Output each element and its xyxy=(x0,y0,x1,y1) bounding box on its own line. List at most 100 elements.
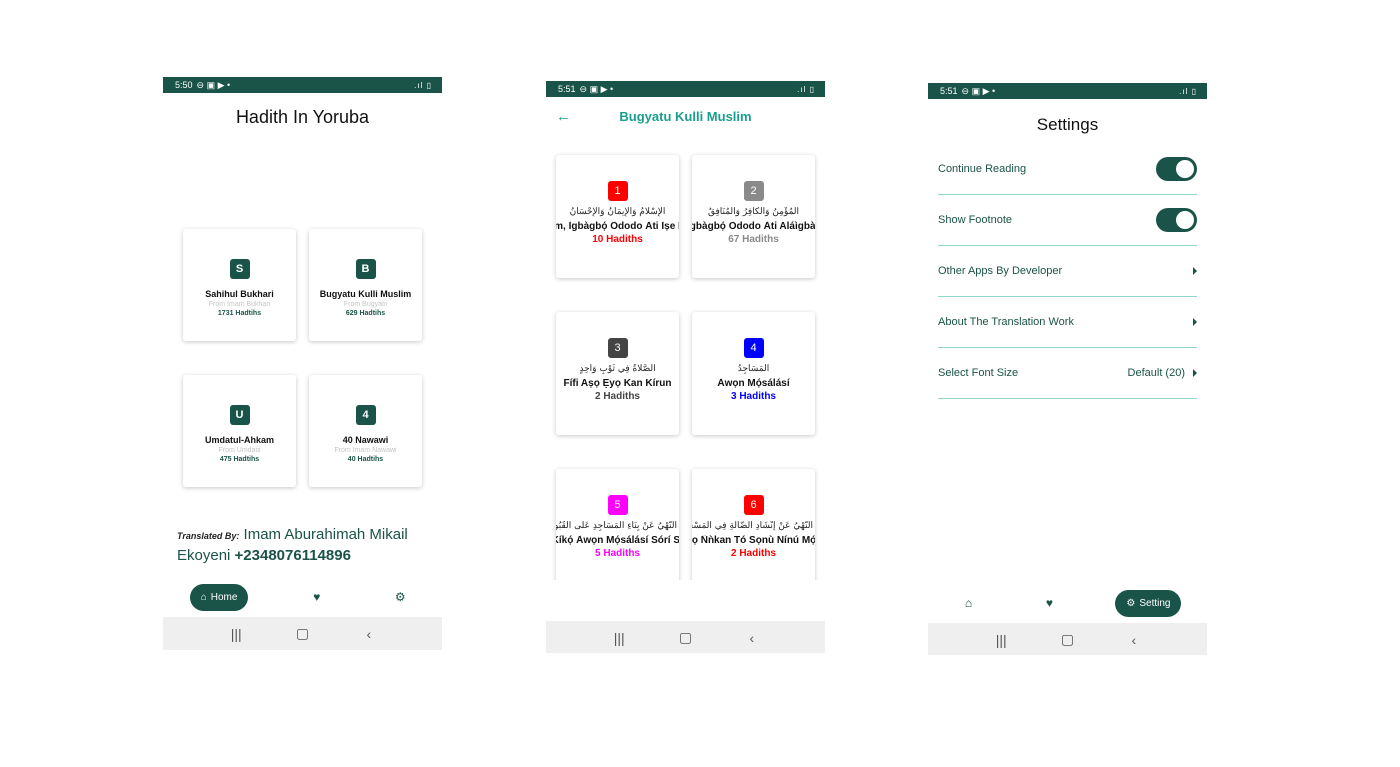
chapter-card[interactable]: 3 الصَّلَاةُ فِي ثَوْبٍ وَاحِدٍ Fífi Aṣọ… xyxy=(556,312,679,435)
setting-label: About The Translation Work xyxy=(938,316,1074,328)
chapter-count: 67 Hadiths xyxy=(728,234,779,245)
book-name: Bugyatu Kulli Muslim xyxy=(319,289,412,299)
chapter-title: Àwọn Mọ́sálásí xyxy=(717,378,790,389)
setting-about-translation[interactable]: About The Translation Work xyxy=(938,297,1197,348)
book-source: From Imam Nawawi xyxy=(334,447,397,454)
chevron-right-icon xyxy=(1193,267,1197,275)
system-nav-bar: ||| ▢ ‹ xyxy=(163,617,442,650)
book-source: From Imam Bukhari xyxy=(208,301,271,308)
phone-screen-chapters: 5:51 ⊖ ▣ ▶ • .ıl ▯ ← Bugyatu Kulli Muslim… xyxy=(546,81,825,653)
chapter-card[interactable]: 4 الْمَسَاجِدُ Àwọn Mọ́sálásí 3 Hadiths xyxy=(692,312,815,435)
chapter-count: 2 Hadiths xyxy=(730,548,776,559)
chapter-arabic: الصَّلَاةُ فِي ثَوْبٍ وَاحِدٍ xyxy=(579,364,656,374)
signal-battery-icon: .ıl ▯ xyxy=(414,80,432,90)
chapter-card[interactable]: 2 الْمُؤْمِنُ وَالْكَافِرُ وَالْمُنَافِق… xyxy=(692,155,815,278)
chapter-number: 1 xyxy=(607,181,628,201)
phone-screen-home: 5:50 ⊖ ▣ ▶ • .ıl ▯ Hadith In Yoruba S Sah… xyxy=(163,77,442,650)
recent-apps-icon[interactable]: ||| xyxy=(221,626,251,642)
bottom-nav: ⌂ ♥ ⚙ Setting xyxy=(928,588,1207,618)
home-system-icon[interactable]: ▢ xyxy=(670,629,700,646)
setting-show-footnote[interactable]: Show Footnote xyxy=(938,195,1197,246)
phone-screen-settings: 5:51 ⊖ ▣ ▶ • .ıl ▯ Settings Continue Read… xyxy=(928,83,1207,655)
page-title: Bugyatu Kulli Muslim xyxy=(619,108,752,124)
chapter-number: 3 xyxy=(607,338,628,358)
status-icons: ⊖ ▣ ▶ • xyxy=(579,83,614,94)
status-icons: ⊖ ▣ ▶ • xyxy=(961,85,996,96)
nav-home-button[interactable]: ⌂ Home xyxy=(189,583,249,611)
back-arrow-icon[interactable]: ← xyxy=(556,108,571,125)
heart-icon[interactable]: ♥ xyxy=(1034,596,1064,610)
chapter-card[interactable]: 1 الإِسْلَامُ وَالإِيمَانُ وَالإِحْسَانُ… xyxy=(556,155,679,278)
home-system-icon[interactable]: ▢ xyxy=(1052,631,1082,648)
show-footnote-toggle[interactable] xyxy=(1156,208,1197,232)
chapter-arabic: الْمَسَاجِدُ xyxy=(737,364,770,374)
setting-continue-reading[interactable]: Continue Reading xyxy=(938,144,1197,195)
page-title: Settings xyxy=(1036,115,1099,134)
back-system-icon[interactable]: ‹ xyxy=(354,626,384,642)
book-count: 1731 Hadtihs xyxy=(217,310,262,317)
book-card-nawawi[interactable]: 4 40 Nawawi From Imam Nawawi 40 Hadtihs xyxy=(309,375,422,487)
heart-icon[interactable]: ♥ xyxy=(302,590,332,604)
book-badge: B xyxy=(355,259,376,279)
font-size-value: Default (20) xyxy=(1127,367,1185,379)
credit-label: Translated By: xyxy=(177,531,240,541)
chevron-right-icon xyxy=(1193,318,1197,326)
chapter-title: ìsìlám, Ìgbàgbọ́ Òdodo Àti Ìṣe Rere xyxy=(556,221,679,232)
status-icons: ⊖ ▣ ▶ • xyxy=(196,79,231,90)
setting-label: Continue Reading xyxy=(938,163,1027,175)
status-bar: 5:51 ⊖ ▣ ▶ • .ıl ▯ xyxy=(928,83,1207,99)
signal-battery-icon: .ıl ▯ xyxy=(797,84,815,94)
home-icon[interactable]: ⌂ xyxy=(953,596,983,610)
chapter-arabic: النَّهْيُ عَنْ بِنَاءِ الْمَسَاجِدِ عَلَ… xyxy=(556,521,677,531)
recent-apps-icon[interactable]: ||| xyxy=(986,632,1016,648)
chapter-number: 6 xyxy=(743,495,764,515)
recent-apps-icon[interactable]: ||| xyxy=(604,630,634,646)
home-icon: ⌂ xyxy=(200,591,207,603)
book-card-bugyatu[interactable]: B Bugyatu Kulli Muslim From Bugyatii 629… xyxy=(309,229,422,341)
gear-icon: ⚙ xyxy=(1126,597,1136,609)
chapter-count: 2 Hadiths xyxy=(594,391,640,402)
home-system-icon[interactable]: ▢ xyxy=(287,625,317,642)
translator-credit: Translated By: Imam Aburahimah Mikail Ek… xyxy=(177,525,432,565)
book-count: 475 Hadtihs xyxy=(219,456,260,463)
book-name: Umdatul-Ahkam xyxy=(204,435,274,445)
chapter-title: Fífi Aṣọ Ẹyọ Kan Kírun xyxy=(563,378,672,389)
back-system-icon[interactable]: ‹ xyxy=(1119,632,1149,648)
system-nav-bar: ||| ▢ ‹ xyxy=(546,621,825,653)
book-name: Sahihul Bukhari xyxy=(205,289,274,299)
chapter-number: 4 xyxy=(743,338,764,358)
chapter-count: 3 Hadiths xyxy=(730,391,776,402)
signal-battery-icon: .ıl ▯ xyxy=(1179,86,1197,96)
gear-icon[interactable]: ⚙ xyxy=(385,590,415,604)
back-system-icon[interactable]: ‹ xyxy=(737,630,767,646)
bottom-nav: ⌂ Home ♥ ⚙ xyxy=(163,582,442,612)
system-nav-bar: ||| ▢ ‹ xyxy=(928,623,1207,655)
chapter-title: Olùgbàgbọ́ Òdodo Àti Aláìgbàgbọ́ xyxy=(692,221,815,232)
status-time: 5:50 xyxy=(175,80,193,90)
book-badge: U xyxy=(229,405,250,425)
chapter-arabic: الإِسْلَامُ وَالإِيمَانُ وَالإِحْسَانُ xyxy=(569,207,666,217)
book-badge: 4 xyxy=(355,405,376,425)
continue-reading-toggle[interactable] xyxy=(1156,157,1197,181)
setting-label: Show Footnote xyxy=(938,214,1012,226)
credit-phone[interactable]: +2348076114896 xyxy=(235,547,351,564)
chapter-title: Ìkọ̀ Lílọ Ñǹkan Tó Sọnù Nínú Mọ́sálásí xyxy=(692,535,815,546)
status-bar: 5:51 ⊖ ▣ ▶ • .ıl ▯ xyxy=(546,81,825,97)
chapter-arabic: الْمُؤْمِنُ وَالْكَافِرُ وَالْمُنَافِقُ xyxy=(707,207,800,217)
chapter-arabic: النَّهْيُ عَنْ إِنْشَادِ الضَّالَّةِ فِي… xyxy=(692,521,813,531)
book-card-umdatul[interactable]: U Umdatul-Ahkam From Umdatii 475 Hadtihs xyxy=(183,375,296,487)
book-count: 629 Hadtihs xyxy=(345,310,386,317)
chapter-card[interactable]: 5 النَّهْيُ عَنْ بِنَاءِ الْمَسَاجِدِ عَ… xyxy=(556,469,679,580)
chapter-card[interactable]: 6 النَّهْيُ عَنْ إِنْشَادِ الضَّالَّةِ ف… xyxy=(692,469,815,580)
setting-font-size[interactable]: Select Font Size Default (20) xyxy=(938,348,1197,399)
nav-setting-label: Setting xyxy=(1139,597,1171,609)
book-card-bukhari[interactable]: S Sahihul Bukhari From Imam Bukhari 1731… xyxy=(183,229,296,341)
book-source: From Umdatii xyxy=(218,447,261,454)
book-source: From Bugyatii xyxy=(343,301,388,308)
setting-other-apps[interactable]: Other Apps By Developer xyxy=(938,246,1197,297)
chapter-count: 10 Hadiths xyxy=(592,234,643,245)
book-name: 40 Nawawi xyxy=(342,435,389,445)
chapter-count: 5 Hadiths xyxy=(594,548,640,559)
chapter-number: 5 xyxy=(607,495,628,515)
nav-setting-button[interactable]: ⚙ Setting xyxy=(1115,589,1182,617)
